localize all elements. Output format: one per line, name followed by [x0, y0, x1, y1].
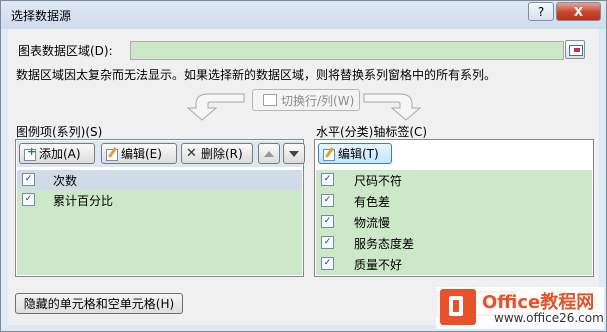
chart-range-label: 图表数据区域(D): — [18, 44, 113, 58]
edit-icon — [106, 148, 118, 161]
axis-item-label: 物流慢 — [354, 216, 391, 230]
close-button[interactable]: X — [556, 2, 601, 21]
axis-toolbar: 编辑(T) — [316, 141, 592, 167]
legend-item-checkbox[interactable]: ✓ — [22, 193, 35, 206]
delete-series-button[interactable]: 删除(R) — [181, 143, 253, 164]
axis-label-item[interactable]: ✓ 质量不好 — [316, 254, 592, 274]
legend-item[interactable]: ✓ 累计百分比 — [17, 190, 302, 210]
watermark-url: www.office26.com — [494, 311, 604, 325]
axis-item-checkbox[interactable]: ✓ — [321, 236, 334, 249]
switch-row-column-button[interactable]: 切换行/列(W) — [252, 89, 360, 111]
range-warning-text: 数据区域因太复杂而无法显示。如果选择新的数据区域，则将替换系列窗格中的所有系列。 — [16, 68, 497, 82]
edit-series-button[interactable]: 编辑(E) — [101, 143, 177, 164]
add-icon — [24, 145, 36, 161]
legend-item[interactable]: ✓ 次数 — [17, 170, 302, 190]
axis-item-checkbox[interactable]: ✓ — [321, 215, 334, 228]
add-series-button[interactable]: 添加(A) — [19, 143, 95, 164]
dialog-title: 选择数据源 — [11, 9, 72, 23]
axis-item-label: 质量不好 — [354, 258, 403, 272]
axis-label-item[interactable]: ✓ 服务态度差 — [316, 233, 592, 253]
chart-range-input[interactable] — [130, 41, 564, 60]
add-label: 添加(A) — [39, 147, 81, 161]
edit-axis-labels-button[interactable]: 编辑(T) — [318, 143, 392, 164]
help-button[interactable]: ? — [528, 2, 554, 21]
switch-label: 切换行/列(W) — [281, 93, 355, 108]
edit-series-label: 编辑(E) — [121, 147, 162, 161]
legend-toolbar: 添加(A) 编辑(E) 删除(R) — [17, 141, 305, 167]
axis-label-item[interactable]: ✓ 有色差 — [316, 191, 592, 211]
delete-label: 删除(R) — [201, 147, 243, 161]
edit-icon — [323, 148, 335, 161]
axis-labels-panel: 编辑(T) ✓ 尺码不符 ✓ 有色差 ✓ 物流慢 ✓ 服务态度差 ✓ 质量不好 — [314, 139, 594, 277]
arrow-down-right-icon — [363, 93, 422, 121]
axis-label-item[interactable]: ✓ 尺码不符 — [316, 170, 592, 190]
axis-item-checkbox[interactable]: ✓ — [321, 173, 334, 186]
arrow-down-icon — [289, 150, 299, 157]
arrow-up-icon — [264, 150, 274, 157]
title-bar: 选择数据源 ? X — [1, 1, 606, 29]
axis-labels-list: ✓ 尺码不符 ✓ 有色差 ✓ 物流慢 ✓ 服务态度差 ✓ 质量不好 — [316, 170, 592, 275]
move-up-button[interactable] — [258, 143, 280, 164]
dialog-body: 图表数据区域(D): 数据区域因太复杂而无法显示。如果选择新的数据区域，则将替换… — [8, 29, 599, 325]
axis-item-checkbox[interactable]: ✓ — [321, 194, 334, 207]
axis-item-label: 服务态度差 — [354, 237, 415, 251]
axis-item-label: 尺码不符 — [354, 174, 403, 188]
axis-item-label: 有色差 — [354, 195, 391, 209]
move-down-button[interactable] — [283, 143, 305, 164]
hidden-empty-cells-button[interactable]: 隐藏的单元格和空单元格(H) — [15, 293, 183, 314]
office-logo-icon — [440, 289, 476, 325]
axis-labels-label: 水平(分类)轴标签(C) — [316, 125, 428, 139]
axis-item-checkbox[interactable]: ✓ — [321, 257, 334, 270]
axis-label-item[interactable]: ✓ 物流慢 — [316, 212, 592, 232]
legend-list: ✓ 次数 ✓ 累计百分比 — [17, 170, 302, 275]
legend-panel: 添加(A) 编辑(E) 删除(R) ✓ — [15, 139, 305, 277]
collapse-range-button[interactable] — [565, 40, 585, 59]
select-data-source-dialog: 选择数据源 ? X 图表数据区域(D): 数据区域因太复杂而无法显示。如果选择新… — [0, 0, 607, 332]
switch-icon — [263, 94, 277, 106]
watermark: Office教程网 www.office26.com — [436, 287, 604, 329]
delete-icon — [186, 146, 198, 161]
legend-item-label: 累计百分比 — [53, 194, 114, 208]
arrow-down-left-icon — [186, 93, 245, 121]
edit-axis-label: 编辑(T) — [338, 147, 379, 161]
legend-item-checkbox[interactable]: ✓ — [22, 173, 35, 186]
legend-item-label: 次数 — [53, 174, 78, 188]
legend-entries-label: 图例项(系列)(S) — [16, 125, 103, 139]
